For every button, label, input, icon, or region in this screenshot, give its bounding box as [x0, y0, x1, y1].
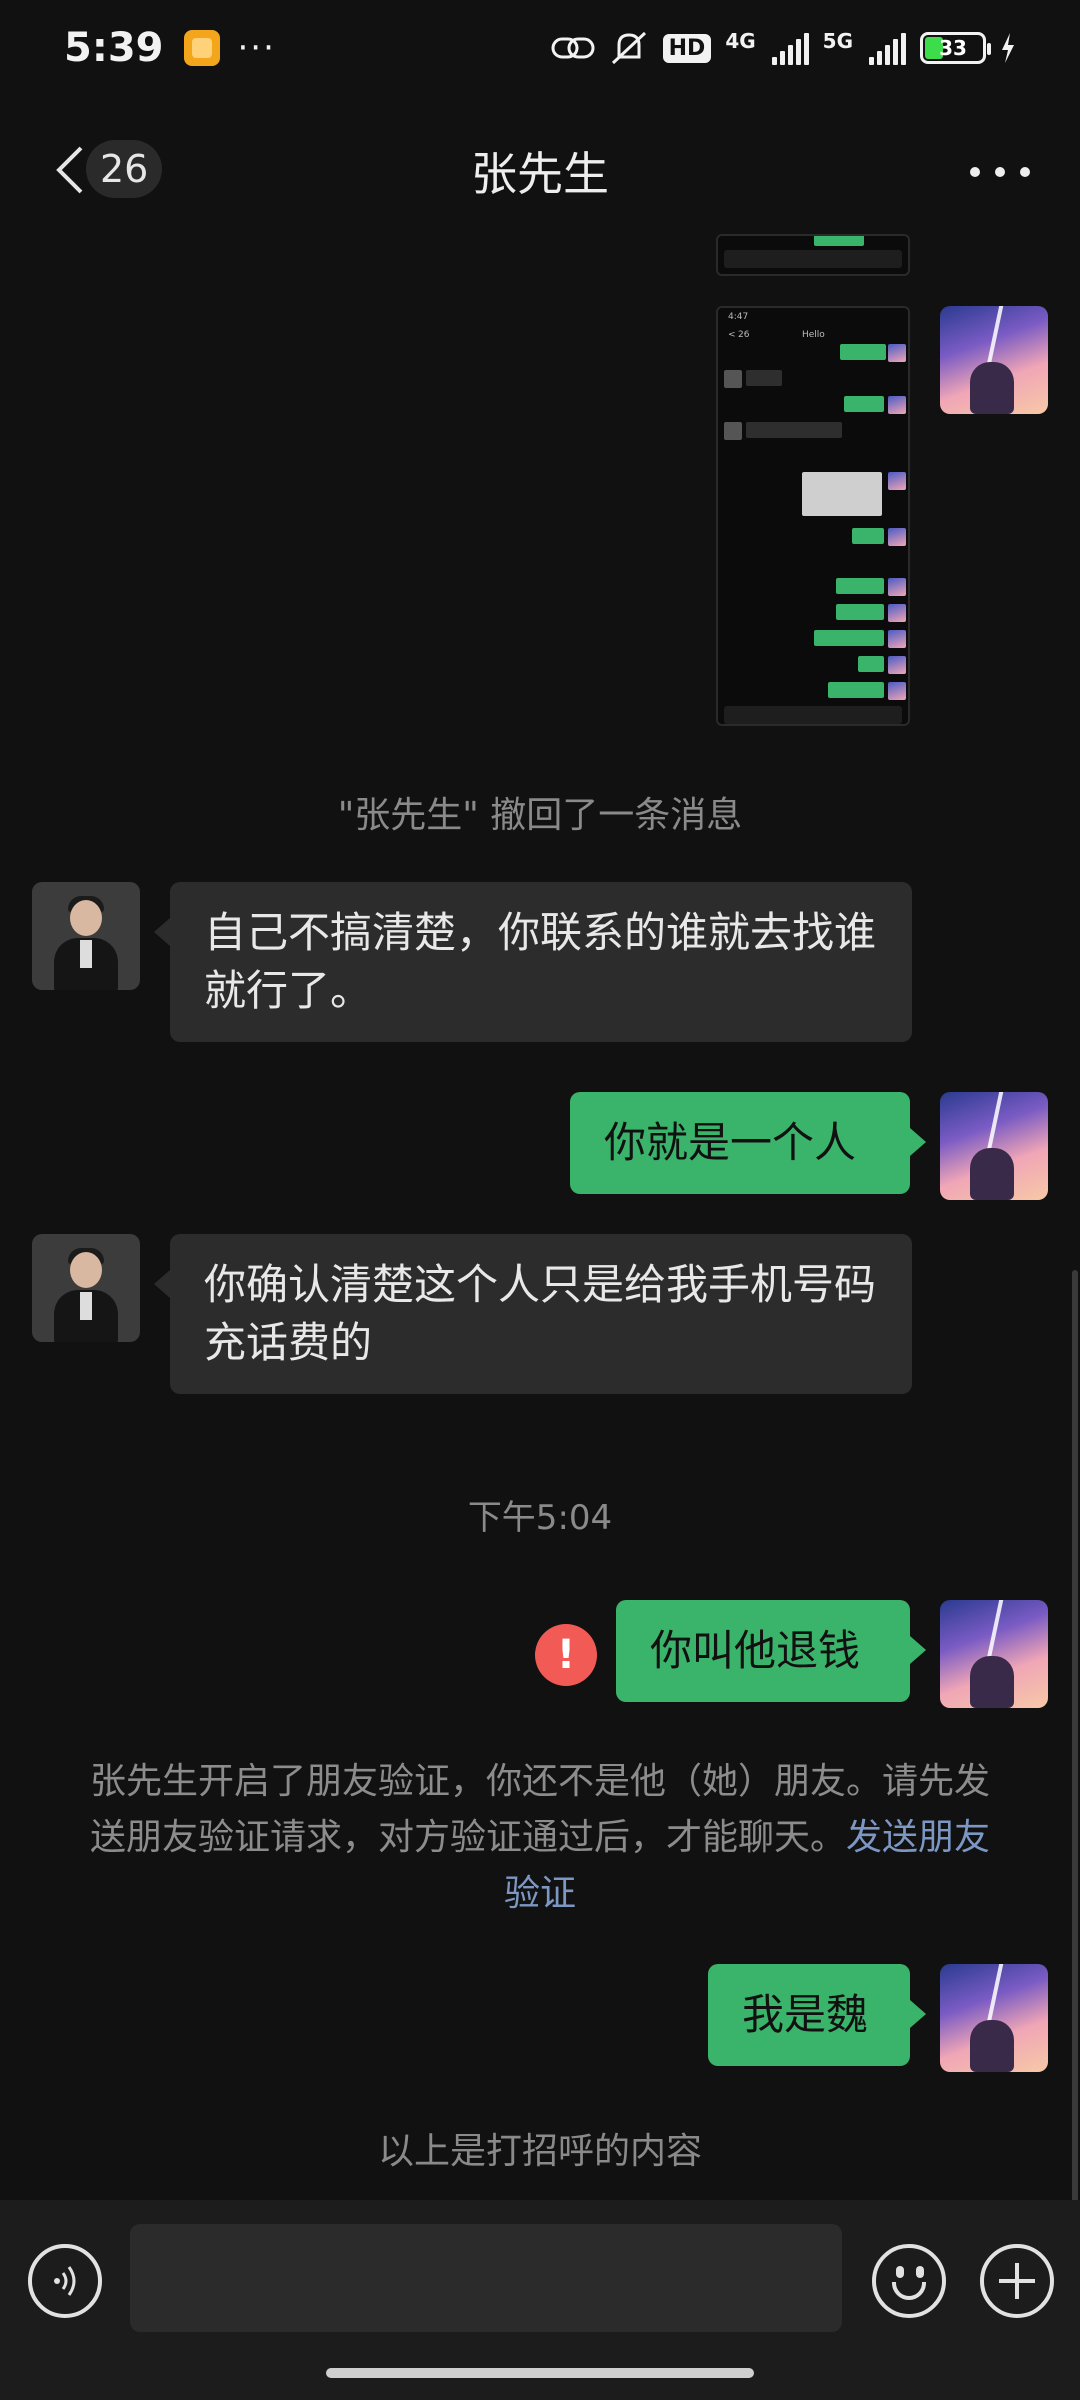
battery-icon: 33: [920, 32, 991, 64]
avatar-me[interactable]: [940, 306, 1048, 414]
signal-icon-1: [771, 31, 809, 65]
status-icons: HD 4G 5G 33: [551, 29, 1016, 67]
greeting-notice: 以上是打招呼的内容: [377, 2131, 702, 2172]
message-image-screenshot-partial[interactable]: [716, 234, 910, 276]
recall-notice: "张先生" 撤回了一条消息: [337, 795, 743, 836]
hd-voice-badge: HD: [662, 33, 712, 63]
time-divider: 下午5:04: [467, 1498, 613, 1538]
link-icon: [551, 37, 595, 59]
network-type-1: 4G: [725, 29, 756, 53]
emoji-button[interactable]: [872, 2244, 946, 2318]
emoji-icon: [896, 2266, 904, 2278]
signal-icon-2: [869, 31, 906, 65]
status-bar: 5:39 ··· HD 4G 5G 33: [0, 0, 1080, 96]
chat-title: 张先生: [471, 147, 609, 201]
more-notifications-icon: ···: [237, 28, 276, 68]
message-bubble-incoming[interactable]: 自己不搞清楚，你联系的谁就去找谁就行了。: [154, 882, 912, 1042]
avatar-me[interactable]: [940, 1600, 1048, 1708]
message-bubble-outgoing[interactable]: 你就是一个人: [570, 1092, 926, 1194]
avatar-contact[interactable]: [32, 1234, 140, 1342]
more-options-button[interactable]: [970, 152, 1030, 192]
more-functions-button[interactable]: [980, 2244, 1054, 2318]
send-failed-icon[interactable]: !: [535, 1624, 597, 1686]
message-bubble-outgoing[interactable]: 你叫他退钱: [616, 1600, 926, 1702]
message-input[interactable]: [130, 2224, 842, 2332]
avatar-me[interactable]: [940, 1964, 1048, 2072]
voice-icon: [54, 2266, 76, 2296]
status-time: 5:39: [64, 25, 164, 71]
message-bubble-incoming[interactable]: 你确认清楚这个人只是给我手机号码充话费的: [154, 1234, 912, 1394]
home-indicator[interactable]: [326, 2368, 754, 2378]
message-image-screenshot[interactable]: 4:47 < 26 Hello: [716, 306, 910, 726]
avatar-contact[interactable]: [32, 882, 140, 990]
mute-bell-icon: [611, 31, 646, 65]
chat-message-list[interactable]: 4:47 < 26 Hello "张先生" 撤回了一条消息 自己不搞清楚，你联系…: [0, 230, 1080, 2380]
charging-icon: [1002, 33, 1014, 63]
avatar-me[interactable]: [940, 1092, 1048, 1200]
network-type-2: 5G: [822, 29, 853, 53]
notes-app-icon: [183, 30, 220, 66]
voice-input-button[interactable]: [28, 2244, 102, 2318]
friend-verification-notice: 张先生开启了朋友验证，你还不是他（她）朋友。请先发送朋友验证请求，对方验证通过后…: [80, 1754, 1000, 1922]
message-bubble-outgoing[interactable]: 我是魏: [708, 1964, 926, 2066]
chat-header: 26 张先生: [0, 110, 1080, 230]
